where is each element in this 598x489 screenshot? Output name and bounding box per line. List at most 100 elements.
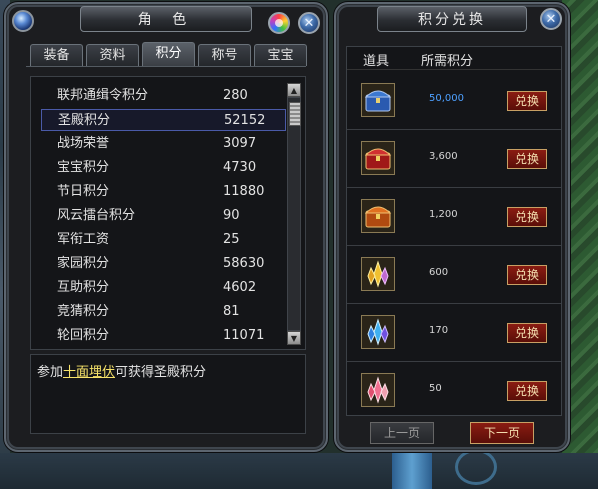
score-row[interactable]: 家园积分 58630 bbox=[41, 253, 286, 275]
redeem-button[interactable]: 兑换 bbox=[507, 265, 547, 285]
exchange-list: 道具 所需积分 50,000 兑换 3,600 兑换 1,200 兑换 600 … bbox=[346, 46, 562, 416]
score-list-scrollbar[interactable]: ▲ ▼ bbox=[287, 83, 301, 345]
hint-suffix: 可获得圣殿积分 bbox=[115, 365, 207, 380]
score-name: 家园积分 bbox=[57, 256, 110, 271]
background-bottom bbox=[0, 453, 598, 489]
score-name: 互助积分 bbox=[57, 280, 110, 295]
tab-profile[interactable]: 资料 bbox=[86, 44, 139, 66]
pink-crystal-icon bbox=[367, 376, 389, 404]
score-value: 3097 bbox=[223, 136, 257, 151]
score-value: 58630 bbox=[223, 256, 265, 271]
score-name: 联邦通缉令积分 bbox=[57, 88, 149, 103]
tab-pets[interactable]: 宝宝 bbox=[254, 44, 307, 66]
hint-link[interactable]: 十面埋伏 bbox=[63, 365, 115, 380]
score-row-selected[interactable]: 圣殿积分 52152 bbox=[41, 109, 286, 131]
tab-titles[interactable]: 称号 bbox=[198, 44, 251, 66]
score-value: 81 bbox=[223, 304, 240, 319]
exchange-row: 50 兑换 bbox=[347, 361, 561, 419]
character-window-title[interactable]: 角 色 bbox=[80, 6, 252, 32]
score-row[interactable]: 轮回积分 11071 bbox=[41, 325, 286, 347]
score-name: 节日积分 bbox=[57, 184, 110, 199]
exchange-row: 170 兑换 bbox=[347, 303, 561, 362]
score-row[interactable]: 风云擂台积分 90 bbox=[41, 205, 286, 227]
item-cost: 170 bbox=[429, 325, 449, 336]
score-row[interactable]: 联邦通缉令积分 280 bbox=[41, 85, 286, 107]
exchange-window-title[interactable]: 积分兑换 bbox=[377, 6, 527, 32]
prev-page-button[interactable]: 上一页 bbox=[370, 422, 434, 444]
score-name: 战场荣誉 bbox=[57, 136, 110, 151]
orange-treasure-chest-icon bbox=[364, 206, 392, 228]
item-cost: 600 bbox=[429, 267, 449, 278]
item-slot[interactable] bbox=[361, 199, 395, 233]
next-page-button[interactable]: 下一页 bbox=[470, 422, 534, 444]
scroll-thumb[interactable] bbox=[289, 102, 301, 126]
character-tabs: 装备 资料 积分 称号 宝宝 bbox=[30, 42, 307, 66]
score-name: 竞猜积分 bbox=[57, 304, 110, 319]
score-name: 圣殿积分 bbox=[58, 113, 111, 128]
item-slot[interactable] bbox=[361, 141, 395, 175]
score-row[interactable]: 竞猜积分 81 bbox=[41, 301, 286, 323]
score-name: 轮回积分 bbox=[57, 328, 110, 343]
redeem-button[interactable]: 兑换 bbox=[507, 207, 547, 227]
tabs-divider bbox=[26, 66, 306, 67]
hint-panel: 参加十面埋伏可获得圣殿积分 bbox=[30, 354, 306, 434]
scroll-up-button[interactable]: ▲ bbox=[287, 83, 301, 97]
score-value: 11071 bbox=[223, 328, 265, 343]
score-value: 25 bbox=[223, 232, 240, 247]
score-value: 52152 bbox=[224, 113, 266, 128]
item-slot[interactable] bbox=[361, 257, 395, 291]
score-row[interactable]: 互助积分 4602 bbox=[41, 277, 286, 299]
score-row[interactable]: 军衔工资 25 bbox=[41, 229, 286, 251]
cost-column-header: 所需积分 bbox=[421, 54, 474, 69]
red-treasure-chest-icon bbox=[364, 148, 392, 170]
redeem-button[interactable]: 兑换 bbox=[507, 91, 547, 111]
item-slot[interactable] bbox=[361, 373, 395, 407]
score-row[interactable]: 宝宝积分 4730 bbox=[41, 157, 286, 179]
exchange-row: 1,200 兑换 bbox=[347, 187, 561, 246]
score-value: 280 bbox=[223, 88, 248, 103]
redeem-button[interactable]: 兑换 bbox=[507, 381, 547, 401]
background-ring bbox=[455, 449, 497, 485]
tab-equipment[interactable]: 装备 bbox=[30, 44, 83, 66]
blue-treasure-chest-icon bbox=[364, 90, 392, 112]
window-orb-left-icon bbox=[12, 10, 34, 32]
score-value: 4730 bbox=[223, 160, 257, 175]
score-value: 90 bbox=[223, 208, 240, 223]
item-cost: 50 bbox=[429, 383, 442, 394]
golden-crystal-icon bbox=[367, 260, 389, 288]
score-value: 4602 bbox=[223, 280, 257, 295]
score-row[interactable]: 战场荣誉 3097 bbox=[41, 133, 286, 155]
close-icon: ✕ bbox=[545, 11, 557, 27]
tab-points[interactable]: 积分 bbox=[142, 42, 195, 66]
item-column-header: 道具 bbox=[363, 54, 390, 69]
item-slot[interactable] bbox=[361, 83, 395, 117]
background-pillar bbox=[392, 449, 432, 489]
character-window: 角 色 ✕ 装备 资料 积分 称号 宝宝 联邦通缉令积分 280 圣殿积分 52… bbox=[4, 2, 328, 452]
close-button[interactable]: ✕ bbox=[540, 8, 562, 30]
blue-crystal-icon bbox=[367, 318, 389, 346]
points-exchange-window: 积分兑换 ✕ 道具 所需积分 50,000 兑换 3,600 兑换 1,200 … bbox=[334, 2, 570, 452]
item-cost: 50,000 bbox=[429, 93, 464, 104]
score-row[interactable]: 节日积分 11880 bbox=[41, 181, 286, 203]
score-name: 风云擂台积分 bbox=[57, 208, 136, 223]
exchange-row: 50,000 兑换 bbox=[347, 71, 561, 130]
close-icon: ✕ bbox=[303, 15, 315, 31]
exchange-row: 600 兑换 bbox=[347, 245, 561, 304]
scroll-down-button[interactable]: ▼ bbox=[287, 331, 301, 345]
hint-prefix: 参加 bbox=[37, 365, 64, 380]
item-cost: 1,200 bbox=[429, 209, 458, 220]
exchange-list-header: 道具 所需积分 bbox=[347, 47, 561, 70]
score-list: 联邦通缉令积分 280 圣殿积分 52152 战场荣誉 3097 宝宝积分 47… bbox=[30, 76, 306, 350]
color-wheel-icon[interactable] bbox=[268, 12, 290, 34]
close-button[interactable]: ✕ bbox=[298, 12, 320, 34]
scroll-track[interactable] bbox=[287, 97, 301, 331]
redeem-button[interactable]: 兑换 bbox=[507, 323, 547, 343]
redeem-button[interactable]: 兑换 bbox=[507, 149, 547, 169]
score-value: 11880 bbox=[223, 184, 265, 199]
arrow-down-icon: ▼ bbox=[290, 333, 298, 343]
score-name: 宝宝积分 bbox=[57, 160, 110, 175]
arrow-up-icon: ▲ bbox=[290, 85, 298, 95]
exchange-row: 3,600 兑换 bbox=[347, 129, 561, 188]
item-slot[interactable] bbox=[361, 315, 395, 349]
score-name: 军衔工资 bbox=[57, 232, 110, 247]
